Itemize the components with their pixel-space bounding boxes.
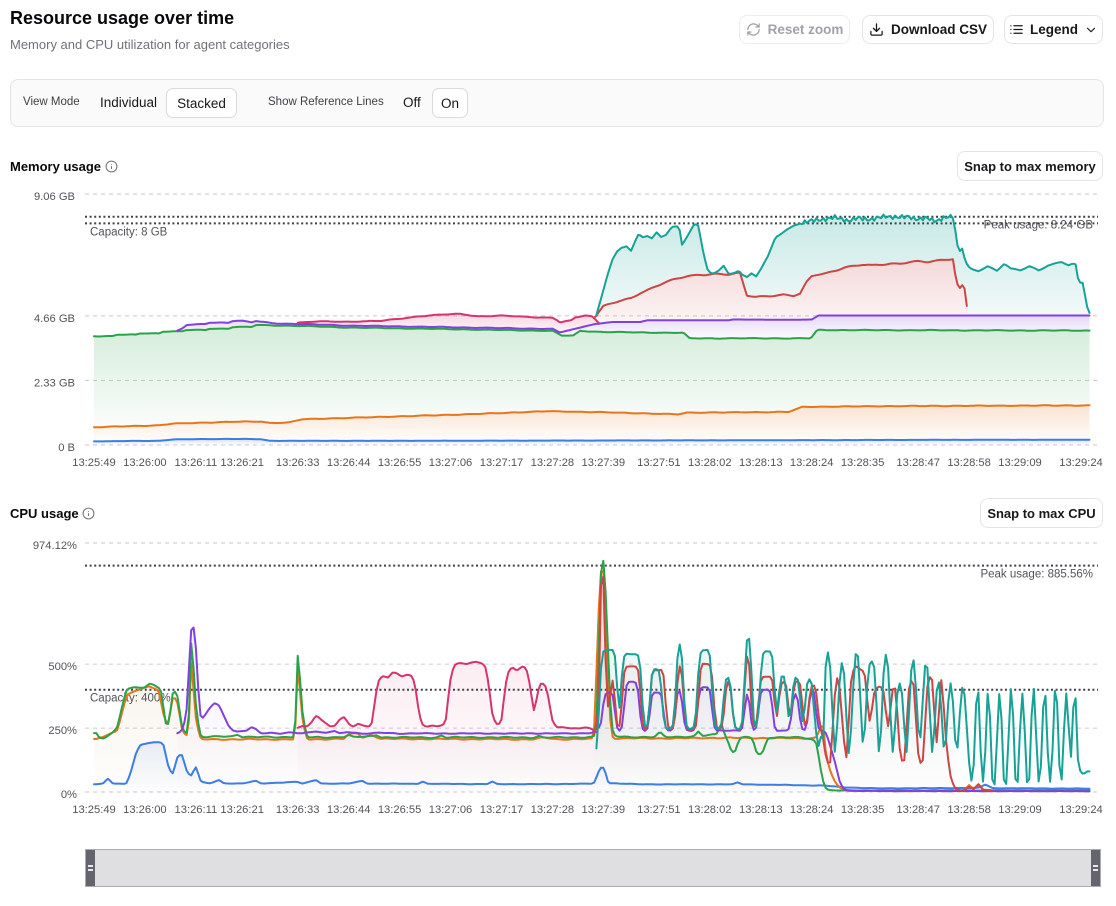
svg-text:Peak usage: 8.24 GB: Peak usage: 8.24 GB (984, 220, 1094, 232)
svg-text:13:28:35: 13:28:35 (841, 804, 885, 816)
svg-text:13:26:44: 13:26:44 (327, 804, 371, 816)
svg-text:13:26:21: 13:26:21 (220, 804, 264, 816)
svg-text:13:26:44: 13:26:44 (327, 457, 371, 469)
svg-text:13:27:06: 13:27:06 (429, 457, 473, 469)
svg-text:13:28:47: 13:28:47 (896, 804, 940, 816)
svg-text:13:28:24: 13:28:24 (790, 457, 834, 469)
svg-text:13:26:11: 13:26:11 (175, 804, 218, 816)
svg-text:13:28:58: 13:28:58 (947, 804, 991, 816)
svg-text:9.06 GB: 9.06 GB (34, 191, 75, 203)
svg-text:Peak usage: 885.56%: Peak usage: 885.56% (980, 569, 1093, 581)
svg-text:0%: 0% (61, 789, 77, 801)
svg-text:13:28:13: 13:28:13 (739, 804, 783, 816)
svg-text:13:28:02: 13:28:02 (688, 804, 732, 816)
svg-text:13:28:13: 13:28:13 (739, 457, 783, 469)
svg-text:13:26:33: 13:26:33 (276, 804, 320, 816)
svg-text:13:27:17: 13:27:17 (480, 804, 524, 816)
svg-text:13:26:33: 13:26:33 (276, 457, 320, 469)
svg-text:13:26:11: 13:26:11 (175, 457, 218, 469)
svg-text:13:27:28: 13:27:28 (531, 457, 575, 469)
svg-text:13:27:39: 13:27:39 (582, 457, 626, 469)
svg-text:13:26:21: 13:26:21 (220, 457, 264, 469)
svg-text:2.33 GB: 2.33 GB (34, 377, 75, 389)
svg-text:13:28:35: 13:28:35 (841, 457, 885, 469)
svg-text:13:28:58: 13:28:58 (947, 457, 991, 469)
svg-text:13:25:49: 13:25:49 (72, 457, 116, 469)
svg-text:13:26:00: 13:26:00 (123, 804, 167, 816)
svg-text:500%: 500% (48, 661, 77, 673)
svg-text:13:29:24: 13:29:24 (1059, 804, 1103, 816)
svg-text:Capacity: 8 GB: Capacity: 8 GB (90, 226, 168, 238)
svg-text:13:28:47: 13:28:47 (896, 457, 940, 469)
svg-text:13:29:24: 13:29:24 (1059, 457, 1103, 469)
svg-text:13:29:09: 13:29:09 (998, 804, 1042, 816)
svg-text:13:27:06: 13:27:06 (429, 804, 473, 816)
svg-text:13:28:02: 13:28:02 (688, 457, 732, 469)
svg-text:13:27:17: 13:27:17 (480, 457, 524, 469)
svg-text:13:29:09: 13:29:09 (998, 457, 1042, 469)
svg-text:0 B: 0 B (58, 442, 75, 454)
svg-text:13:27:51: 13:27:51 (637, 804, 681, 816)
svg-text:13:27:28: 13:27:28 (531, 804, 575, 816)
svg-text:13:27:39: 13:27:39 (582, 804, 626, 816)
svg-text:4.66 GB: 4.66 GB (34, 313, 75, 325)
svg-text:974.12%: 974.12% (33, 540, 77, 552)
svg-text:13:26:00: 13:26:00 (123, 457, 167, 469)
svg-text:13:28:24: 13:28:24 (790, 804, 834, 816)
svg-text:13:26:55: 13:26:55 (378, 804, 422, 816)
svg-text:250%: 250% (48, 725, 77, 737)
svg-text:13:26:55: 13:26:55 (378, 457, 422, 469)
svg-text:13:25:49: 13:25:49 (72, 804, 116, 816)
svg-text:13:27:51: 13:27:51 (637, 457, 681, 469)
